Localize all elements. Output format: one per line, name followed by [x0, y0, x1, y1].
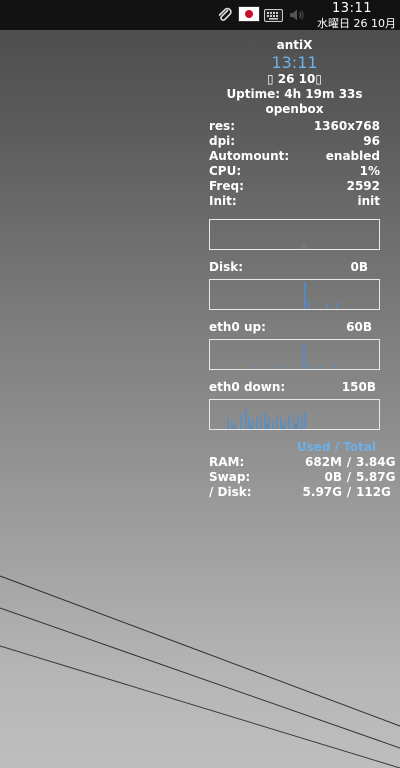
memory-label: Swap:: [209, 470, 251, 484]
memory-total: 5.87G: [356, 470, 396, 484]
missing-glyph-icon: ▯: [267, 72, 274, 86]
eth-down-graph: [209, 399, 380, 430]
eth-down-value: 150B: [341, 380, 376, 394]
window-manager: openbox: [265, 102, 324, 116]
stat-label: Freq:: [209, 179, 244, 193]
memory-separator: /: [346, 470, 352, 484]
keyboard-icon[interactable]: [264, 7, 283, 23]
flag-red-circle: [245, 10, 253, 18]
stat-row-freq: Freq: 2592: [209, 179, 380, 194]
stat-row-res: res: 1360x768: [209, 119, 380, 134]
memory-row-ram: RAM: 682M / 3.84G: [209, 455, 396, 470]
japan-flag-icon[interactable]: [238, 6, 260, 22]
stat-label: Init:: [209, 194, 237, 208]
memory-used: 0B: [324, 470, 343, 484]
memory-row-disk: / Disk: 5.97G / 112G: [209, 485, 391, 500]
hostname: antiX: [276, 38, 313, 52]
stat-value: 1360x768: [313, 119, 380, 133]
memory-row-swap: Swap: 0B / 5.87G: [209, 470, 396, 485]
memory-label: RAM:: [209, 455, 245, 469]
eth-up-label: eth0 up:: [209, 320, 266, 334]
disk-row: Disk: 0B: [209, 260, 380, 275]
memory-separator: /: [346, 455, 352, 469]
conky-time: 13:11: [271, 53, 318, 72]
paperclip-icon[interactable]: [217, 7, 233, 23]
stat-value: init: [357, 194, 380, 208]
stat-row-init: Init: init: [209, 194, 380, 209]
stats-list: res: 1360x768 dpi: 96 Automount: enabled CP…: [209, 119, 380, 209]
memory-separator: /: [346, 485, 352, 499]
panel-clock-time[interactable]: 13:11: [332, 1, 372, 16]
eth-down-label: eth0 down:: [209, 380, 286, 394]
disk-label: Disk:: [209, 260, 243, 274]
top-panel: 13:11 水曜日 26 10月: [0, 0, 400, 30]
eth-up-graph: [209, 339, 380, 370]
stat-row-automount: Automount: enabled: [209, 149, 380, 164]
used-total-header: Used / Total: [296, 440, 376, 454]
stat-row-dpi: dpi: 96: [209, 134, 380, 149]
memory-label: / Disk:: [209, 485, 252, 499]
memory-used: 682M: [305, 455, 342, 469]
conky-system-monitor: antiX 13:11 ▯ 26 10▯ Uptime: 4h 19m 33s …: [209, 38, 396, 500]
stat-label: Automount:: [209, 149, 290, 163]
missing-glyph-icon: ▯: [315, 72, 322, 86]
stat-value: 1%: [359, 164, 380, 178]
memory-used: 5.97G: [302, 485, 342, 499]
stat-value: 2592: [346, 179, 380, 193]
memory-total: 112G: [356, 485, 391, 499]
eth-up-value: 60B: [346, 320, 372, 334]
eth-up-row: eth0 up: 60B: [209, 320, 380, 335]
stat-label: dpi:: [209, 134, 236, 148]
panel-clock-date[interactable]: 水曜日 26 10月: [317, 15, 396, 31]
conky-date-value: 26 10: [277, 72, 316, 86]
conky-date: ▯ 26 10▯: [209, 72, 380, 87]
stat-value: 96: [363, 134, 380, 148]
eth-down-row: eth0 down: 150B: [209, 380, 380, 395]
disk-value: 0B: [350, 260, 369, 274]
cpu-graph: [209, 219, 380, 250]
uptime: Uptime: 4h 19m 33s: [226, 87, 363, 101]
volume-icon[interactable]: [288, 7, 306, 23]
stat-label: res:: [209, 119, 235, 133]
stat-label: CPU:: [209, 164, 242, 178]
stat-value: enabled: [325, 149, 380, 163]
stat-row-cpu: CPU: 1%: [209, 164, 380, 179]
memory-total: 3.84G: [356, 455, 396, 469]
disk-graph: [209, 279, 380, 310]
